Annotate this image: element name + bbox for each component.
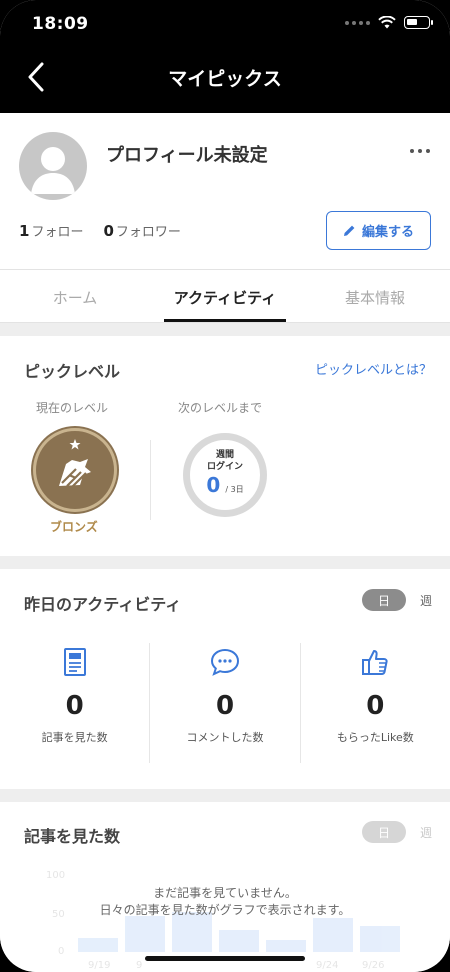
- yesterday-activity-card: 昨日のアクティビティ 日 週 0 記事を見た数 0 コメントした数 0 もらった…: [0, 569, 450, 789]
- ring-line1: 週間: [215, 450, 234, 460]
- empty-chart-message: まだ記事を見ていません。 日々の記事を見た数がグラフで表示されます。: [0, 885, 450, 919]
- x-tick: 9/19: [88, 960, 110, 971]
- follower-count: 0: [103, 222, 114, 240]
- current-level-name: ブロンズ: [50, 520, 98, 534]
- stat-comments: 0 コメントした数: [150, 643, 301, 763]
- stat-label: もらったLike数: [336, 731, 414, 744]
- chart-toggle-week[interactable]: 週: [420, 824, 432, 841]
- placeholder-bar: [313, 918, 353, 952]
- empty-message-line2: 日々の記事を見た数がグラフで表示されます。: [99, 903, 351, 917]
- stat-value: 0: [215, 691, 235, 721]
- pick-level-help-link[interactable]: ピックレベルとは？: [315, 359, 432, 378]
- bronze-medal-icon: [33, 428, 117, 512]
- tab-activity[interactable]: アクティビティ: [150, 270, 300, 322]
- wifi-icon: [378, 16, 396, 29]
- edit-profile-button[interactable]: 編集する: [326, 211, 431, 250]
- stat-likes-received: 0 もらったLike数: [301, 643, 450, 763]
- follow-label: フォロー: [31, 225, 84, 240]
- user-icon: [31, 147, 75, 194]
- y-tick: 100: [46, 870, 65, 881]
- weekly-login-ring: 週間 ログイン 0 / 3日: [183, 433, 267, 517]
- current-level-label: 現在のレベル: [36, 401, 109, 415]
- empty-message-line1: まだ記事を見ていません。: [153, 886, 297, 900]
- medal-emblem-icon: [59, 439, 91, 488]
- follow-count: 1: [19, 222, 30, 240]
- x-tick: 9/24: [316, 960, 338, 971]
- follow-link[interactable]: 1 フォロー: [19, 221, 83, 240]
- activity-stats: 0 記事を見た数 0 コメントした数 0 もらったLike数: [0, 643, 450, 763]
- placeholder-bar: [219, 930, 259, 952]
- home-indicator[interactable]: [145, 956, 305, 961]
- toggle-week[interactable]: 週: [420, 592, 432, 609]
- phone-screen: 18:09 マイピックス プロフィール未設定 1 フォロー 0 フォロワー 編集…: [0, 0, 450, 972]
- thumbs-up-icon: [362, 650, 388, 675]
- weekly-login-count: 0: [206, 473, 221, 497]
- comment-icon: [210, 648, 239, 676]
- top-bar: 18:09 マイピックス: [0, 0, 450, 113]
- placeholder-bar: [360, 926, 400, 952]
- placeholder-bar: [125, 916, 165, 952]
- follow-stats: 1 フォロー 0 フォロワー: [19, 221, 181, 240]
- stat-value: 0: [366, 691, 385, 721]
- y-tick: 0: [58, 946, 64, 957]
- profile-tabs: ホーム アクティビティ 基本情報: [0, 269, 450, 323]
- yesterday-activity-title: 昨日のアクティビティ: [24, 595, 182, 614]
- tab-home[interactable]: ホーム: [0, 270, 150, 322]
- more-options-icon[interactable]: [410, 149, 430, 153]
- battery-icon: [404, 16, 433, 29]
- next-level-label: 次のレベルまで: [178, 401, 263, 415]
- page-title: マイピックス: [168, 68, 282, 90]
- pencil-icon: [343, 225, 355, 236]
- x-tick: 9/26: [362, 960, 384, 971]
- stat-label: コメントした数: [186, 731, 264, 744]
- period-toggle: 日 週: [361, 589, 432, 611]
- stat-value: 0: [65, 691, 84, 721]
- stat-articles-viewed: 0 記事を見た数: [0, 643, 151, 763]
- status-icons: [345, 16, 433, 29]
- chart-period-toggle: 日 週: [361, 821, 432, 843]
- follower-link[interactable]: 0 フォロワー: [103, 221, 180, 240]
- signal-icon: [345, 20, 370, 25]
- avatar[interactable]: [19, 132, 87, 200]
- x-tick: 9: [136, 960, 142, 971]
- pick-level-title: ピックレベル: [24, 362, 121, 381]
- toggle-day[interactable]: 日: [361, 589, 406, 611]
- weekly-login-unit: / 3日: [225, 485, 244, 494]
- chart-toggle-day[interactable]: 日: [361, 821, 406, 843]
- level-divider: [150, 440, 151, 520]
- profile-header: プロフィール未設定 1 フォロー 0 フォロワー 編集する: [0, 113, 450, 269]
- follower-label: フォロワー: [115, 225, 181, 240]
- ring-line2: ログイン: [206, 462, 243, 472]
- articles-viewed-title: 記事を見た数: [24, 827, 121, 846]
- edit-profile-label: 編集する: [361, 225, 414, 240]
- stat-label: 記事を見た数: [41, 731, 108, 744]
- status-time: 18:09: [32, 14, 89, 34]
- article-icon: [63, 648, 86, 676]
- placeholder-bar: [78, 938, 118, 952]
- profile-name: プロフィール未設定: [106, 145, 268, 166]
- placeholder-bar: [266, 940, 306, 952]
- articles-viewed-chart-card: 記事を見た数 日 週 100 50 0 9/19 9 9/24 9/26 まだ記…: [0, 802, 450, 972]
- tab-basic-info[interactable]: 基本情報: [300, 270, 450, 322]
- pick-level-card: ピックレベル ピックレベルとは？ 現在のレベル 次のレベルまで ブロンズ 週間 …: [0, 336, 450, 556]
